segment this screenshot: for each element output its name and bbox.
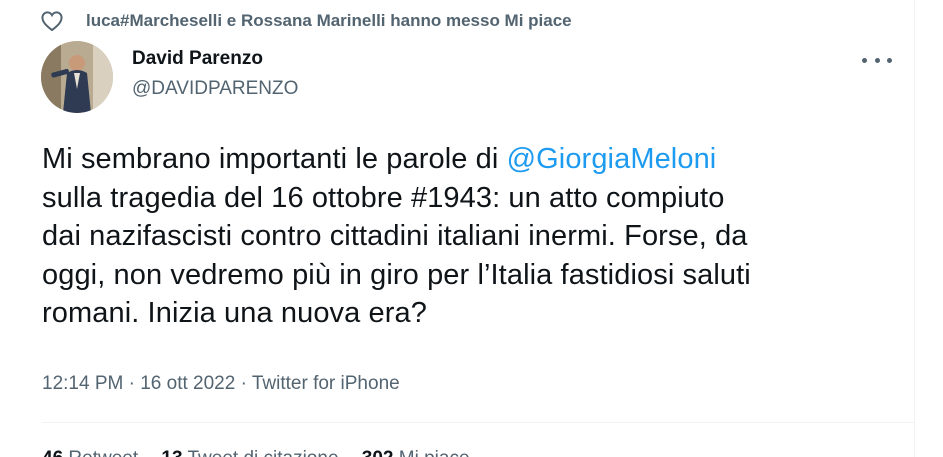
retweets-count[interactable]: 46 <box>42 448 63 457</box>
social-context-text[interactable]: luca#Marcheselli e Rossana Marinelli han… <box>86 11 572 31</box>
quotes-label[interactable]: Tweet di citazione <box>187 448 338 457</box>
tweet-meta: 12:14 PM · 16 ott 2022 · Twitter for iPh… <box>42 373 400 395</box>
tweet-time[interactable]: 12:14 PM <box>42 373 123 394</box>
tweet-source[interactable]: Twitter for iPhone <box>252 373 400 394</box>
tweet-line: dai nazifascisti contro cittadini italia… <box>42 220 748 252</box>
tweet-line: sulla tragedia del 16 ottobre #1943: un … <box>42 181 725 214</box>
tweet-line: romani. Inizia una nuova era? <box>42 297 427 329</box>
meta-separator: · <box>123 373 141 394</box>
tweet-card: luca#Marcheselli e Rossana Marinelli han… <box>0 0 915 457</box>
dot-icon <box>862 57 867 63</box>
heart-icon <box>40 10 64 32</box>
likes-label[interactable]: Mi piace <box>399 448 470 457</box>
mention-link[interactable]: @GiorgiaMeloni <box>507 143 717 175</box>
tweet-text-segment: Mi sembrano importanti le parole di <box>42 143 507 175</box>
meta-separator: · <box>235 373 252 394</box>
tweet-line: Mi sembrano importanti le parole di @Gio… <box>42 140 902 179</box>
tweet-stats: 46 Retweet 13 Tweet di citazione 302 Mi … <box>42 448 488 457</box>
tweet-text: Mi sembrano importanti le parole di @Gio… <box>42 140 902 333</box>
handle[interactable]: @DAVIDPARENZO <box>132 78 298 100</box>
author-block: David Parenzo @DAVIDPARENZO <box>132 48 298 100</box>
quotes-count[interactable]: 13 <box>161 448 182 457</box>
retweets-label[interactable]: Retweet <box>68 448 138 457</box>
divider <box>42 422 914 423</box>
more-options-icon[interactable] <box>862 50 892 70</box>
likes-count[interactable]: 302 <box>362 448 394 457</box>
tweet-date[interactable]: 16 ott 2022 <box>140 373 235 394</box>
display-name[interactable]: David Parenzo <box>132 48 298 70</box>
dot-icon <box>874 57 880 63</box>
tweet-line: oggi, non vedremo più in giro per l’Ital… <box>42 258 751 291</box>
avatar[interactable] <box>41 41 113 113</box>
dot-icon <box>887 57 892 63</box>
social-context[interactable]: luca#Marcheselli e Rossana Marinelli han… <box>40 10 572 32</box>
